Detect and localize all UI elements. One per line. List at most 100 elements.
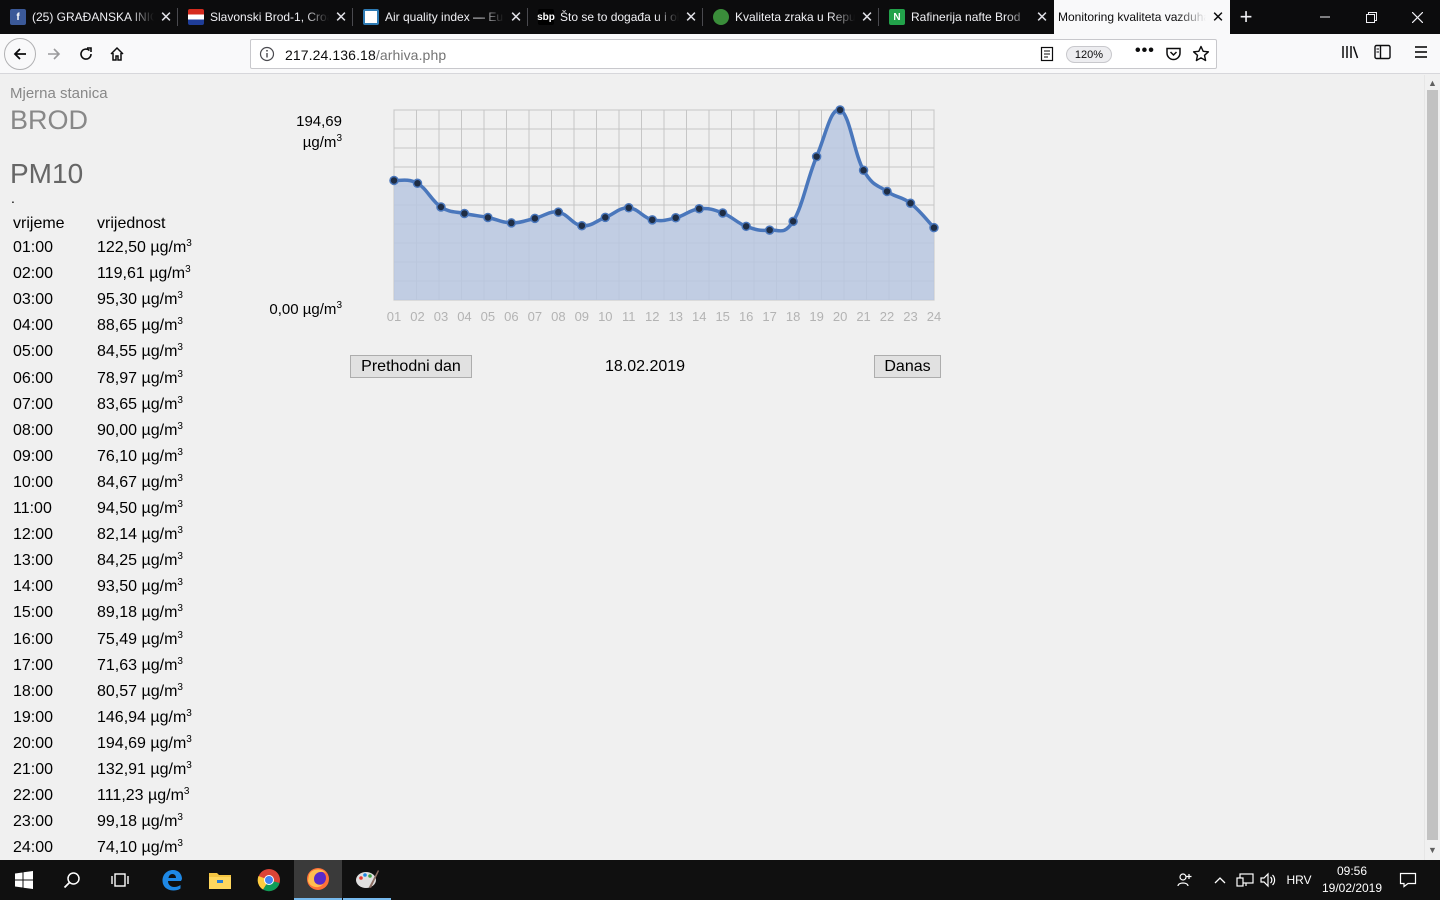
firefox-icon[interactable]	[294, 860, 342, 900]
reading-time: 01:00	[13, 239, 54, 256]
edge-icon[interactable]	[148, 860, 196, 900]
x-tick-label: 24	[927, 309, 941, 324]
bookmark-star-icon[interactable]	[1192, 45, 1210, 68]
volume-icon[interactable]	[1257, 860, 1279, 900]
n-icon: N	[889, 9, 905, 25]
reading-unit: µg/m3	[141, 577, 183, 596]
close-tab-icon[interactable]: ✕	[1030, 8, 1054, 26]
station-label: Mjerna stanica	[10, 85, 108, 102]
browser-tab[interactable]: sbp Što se to događa u i oko ✕	[528, 0, 703, 34]
browser-tab[interactable]: f (25) GRAĐANSKA INICIJATIVA✕	[0, 0, 178, 34]
reading-time: 22:00	[13, 787, 54, 805]
url-bar[interactable]: 217.24.136.18/arhiva.php 120% •••	[250, 39, 1217, 69]
home-icon[interactable]	[101, 38, 133, 70]
column-header-value: vrijednost	[97, 215, 166, 232]
data-point	[577, 220, 587, 231]
close-tab-icon[interactable]: ✕	[504, 8, 528, 26]
data-point	[530, 213, 540, 224]
reading-unit: µg/m3	[141, 629, 183, 648]
site-info-icon[interactable]	[259, 46, 275, 62]
network-icon[interactable]	[1234, 860, 1256, 900]
reading-time: 24:00	[13, 839, 54, 857]
forward-icon[interactable]	[38, 38, 70, 70]
browser-tab[interactable]: Slavonski Brod-1, Croatia✕	[178, 0, 353, 34]
reading-unit: µg/m3	[141, 368, 183, 387]
reading-value: 119,61 µg/m3	[97, 264, 191, 283]
reading-value: 75,49 µg/m3	[97, 629, 183, 648]
system-clock[interactable]: 09:56 19/02/2019	[1318, 863, 1386, 897]
reader-view-icon[interactable]	[1039, 46, 1055, 67]
pollutant-title: PM10	[10, 158, 84, 189]
reading-unit: µg/m3	[141, 551, 183, 570]
reading-value: 84,67 µg/m3	[97, 472, 183, 491]
close-tab-icon[interactable]: ✕	[855, 8, 879, 26]
reading-value: 84,55 µg/m3	[97, 342, 183, 361]
scroll-down-arrow-icon[interactable]: ▼	[1428, 845, 1437, 855]
file-explorer-icon[interactable]	[196, 860, 244, 900]
pocket-icon[interactable]	[1165, 46, 1182, 67]
tab-title: Air quality index — European	[385, 10, 504, 24]
table-row: 05:00 84,55 µg/m3	[13, 343, 233, 369]
close-tab-icon[interactable]: ✕	[329, 8, 353, 26]
table-row: 02:00 119,61 µg/m3	[13, 265, 233, 291]
table-row: 10:00 84,67 µg/m3	[13, 472, 233, 500]
reading-unit: µg/m3	[141, 472, 183, 491]
sidebar-toggle-icon[interactable]	[1374, 44, 1391, 65]
close-tab-icon[interactable]: ✕	[1206, 8, 1230, 26]
clock-time: 09:56	[1336, 864, 1368, 878]
x-tick-label: 19	[809, 309, 823, 324]
data-point	[389, 175, 399, 186]
table-row: 22:00 111,23 µg/m3	[13, 787, 233, 813]
reading-unit: µg/m3	[141, 394, 183, 413]
x-tick-label: 06	[504, 309, 518, 324]
previous-day-button[interactable]: Prethodni dan	[350, 355, 472, 378]
zoom-level-badge[interactable]: 120%	[1066, 46, 1112, 63]
reading-value: 76,10 µg/m3	[97, 446, 183, 465]
browser-tab[interactable]: Kvaliteta zraka u Republici✕	[703, 0, 879, 34]
today-button[interactable]: Danas	[874, 355, 941, 378]
reading-unit: µg/m3	[148, 786, 190, 805]
close-window-icon[interactable]	[1394, 0, 1440, 34]
search-icon[interactable]	[48, 860, 96, 900]
data-point	[905, 198, 916, 208]
minimize-icon[interactable]	[1302, 0, 1348, 34]
task-view-icon[interactable]	[96, 860, 144, 900]
browser-tab[interactable]: Air quality index — European✕	[353, 0, 528, 34]
y-axis-max-value: 194,69	[296, 113, 342, 130]
reload-icon[interactable]	[70, 38, 102, 70]
library-icon[interactable]	[1341, 44, 1359, 65]
table-row: 24:00 74,10 µg/m3	[13, 839, 233, 860]
reading-time: 19:00	[13, 708, 54, 726]
browser-tab[interactable]: N Rafinerija nafte Brod ✕	[879, 0, 1054, 34]
input-language[interactable]: HRV	[1283, 860, 1315, 900]
windows-start-icon[interactable]	[0, 860, 48, 900]
y-axis-min-label: 0,00 µg/m3	[250, 301, 342, 319]
data-point	[835, 105, 845, 115]
browser-tab[interactable]: Monitoring kvaliteta vazduha ✕	[1054, 0, 1230, 34]
data-point	[506, 218, 517, 228]
reading-value: 82,14 µg/m3	[97, 525, 183, 544]
url-path: /arhiva.php	[375, 47, 447, 63]
url-text[interactable]: 217.24.136.18/arhiva.php	[285, 47, 446, 63]
hamburger-menu-icon[interactable]	[1413, 44, 1429, 65]
reading-unit: µg/m3	[141, 342, 183, 361]
scrollbar-thumb[interactable]	[1427, 90, 1438, 840]
restore-icon[interactable]	[1348, 0, 1394, 34]
close-tab-icon[interactable]: ✕	[154, 8, 178, 26]
x-tick-label: 17	[762, 309, 776, 324]
reading-unit: µg/m3	[141, 420, 183, 439]
new-tab-button[interactable]: +	[1232, 0, 1260, 34]
paint-icon[interactable]	[343, 860, 391, 900]
back-icon[interactable]	[4, 38, 36, 70]
chrome-icon[interactable]	[245, 860, 293, 900]
show-hidden-icons-chevron-icon[interactable]	[1210, 860, 1230, 900]
vertical-scrollbar[interactable]: ▲ ▼	[1424, 75, 1440, 860]
people-icon[interactable]	[1172, 860, 1198, 900]
notifications-icon[interactable]	[1394, 860, 1422, 900]
scroll-up-arrow-icon[interactable]: ▲	[1428, 78, 1437, 88]
reading-time: 07:00	[13, 395, 54, 413]
close-tab-icon[interactable]: ✕	[679, 8, 703, 26]
page-actions-more-icon[interactable]: •••	[1135, 42, 1155, 60]
reading-unit: µg/m3	[141, 603, 183, 622]
reading-time: 13:00	[13, 552, 54, 570]
